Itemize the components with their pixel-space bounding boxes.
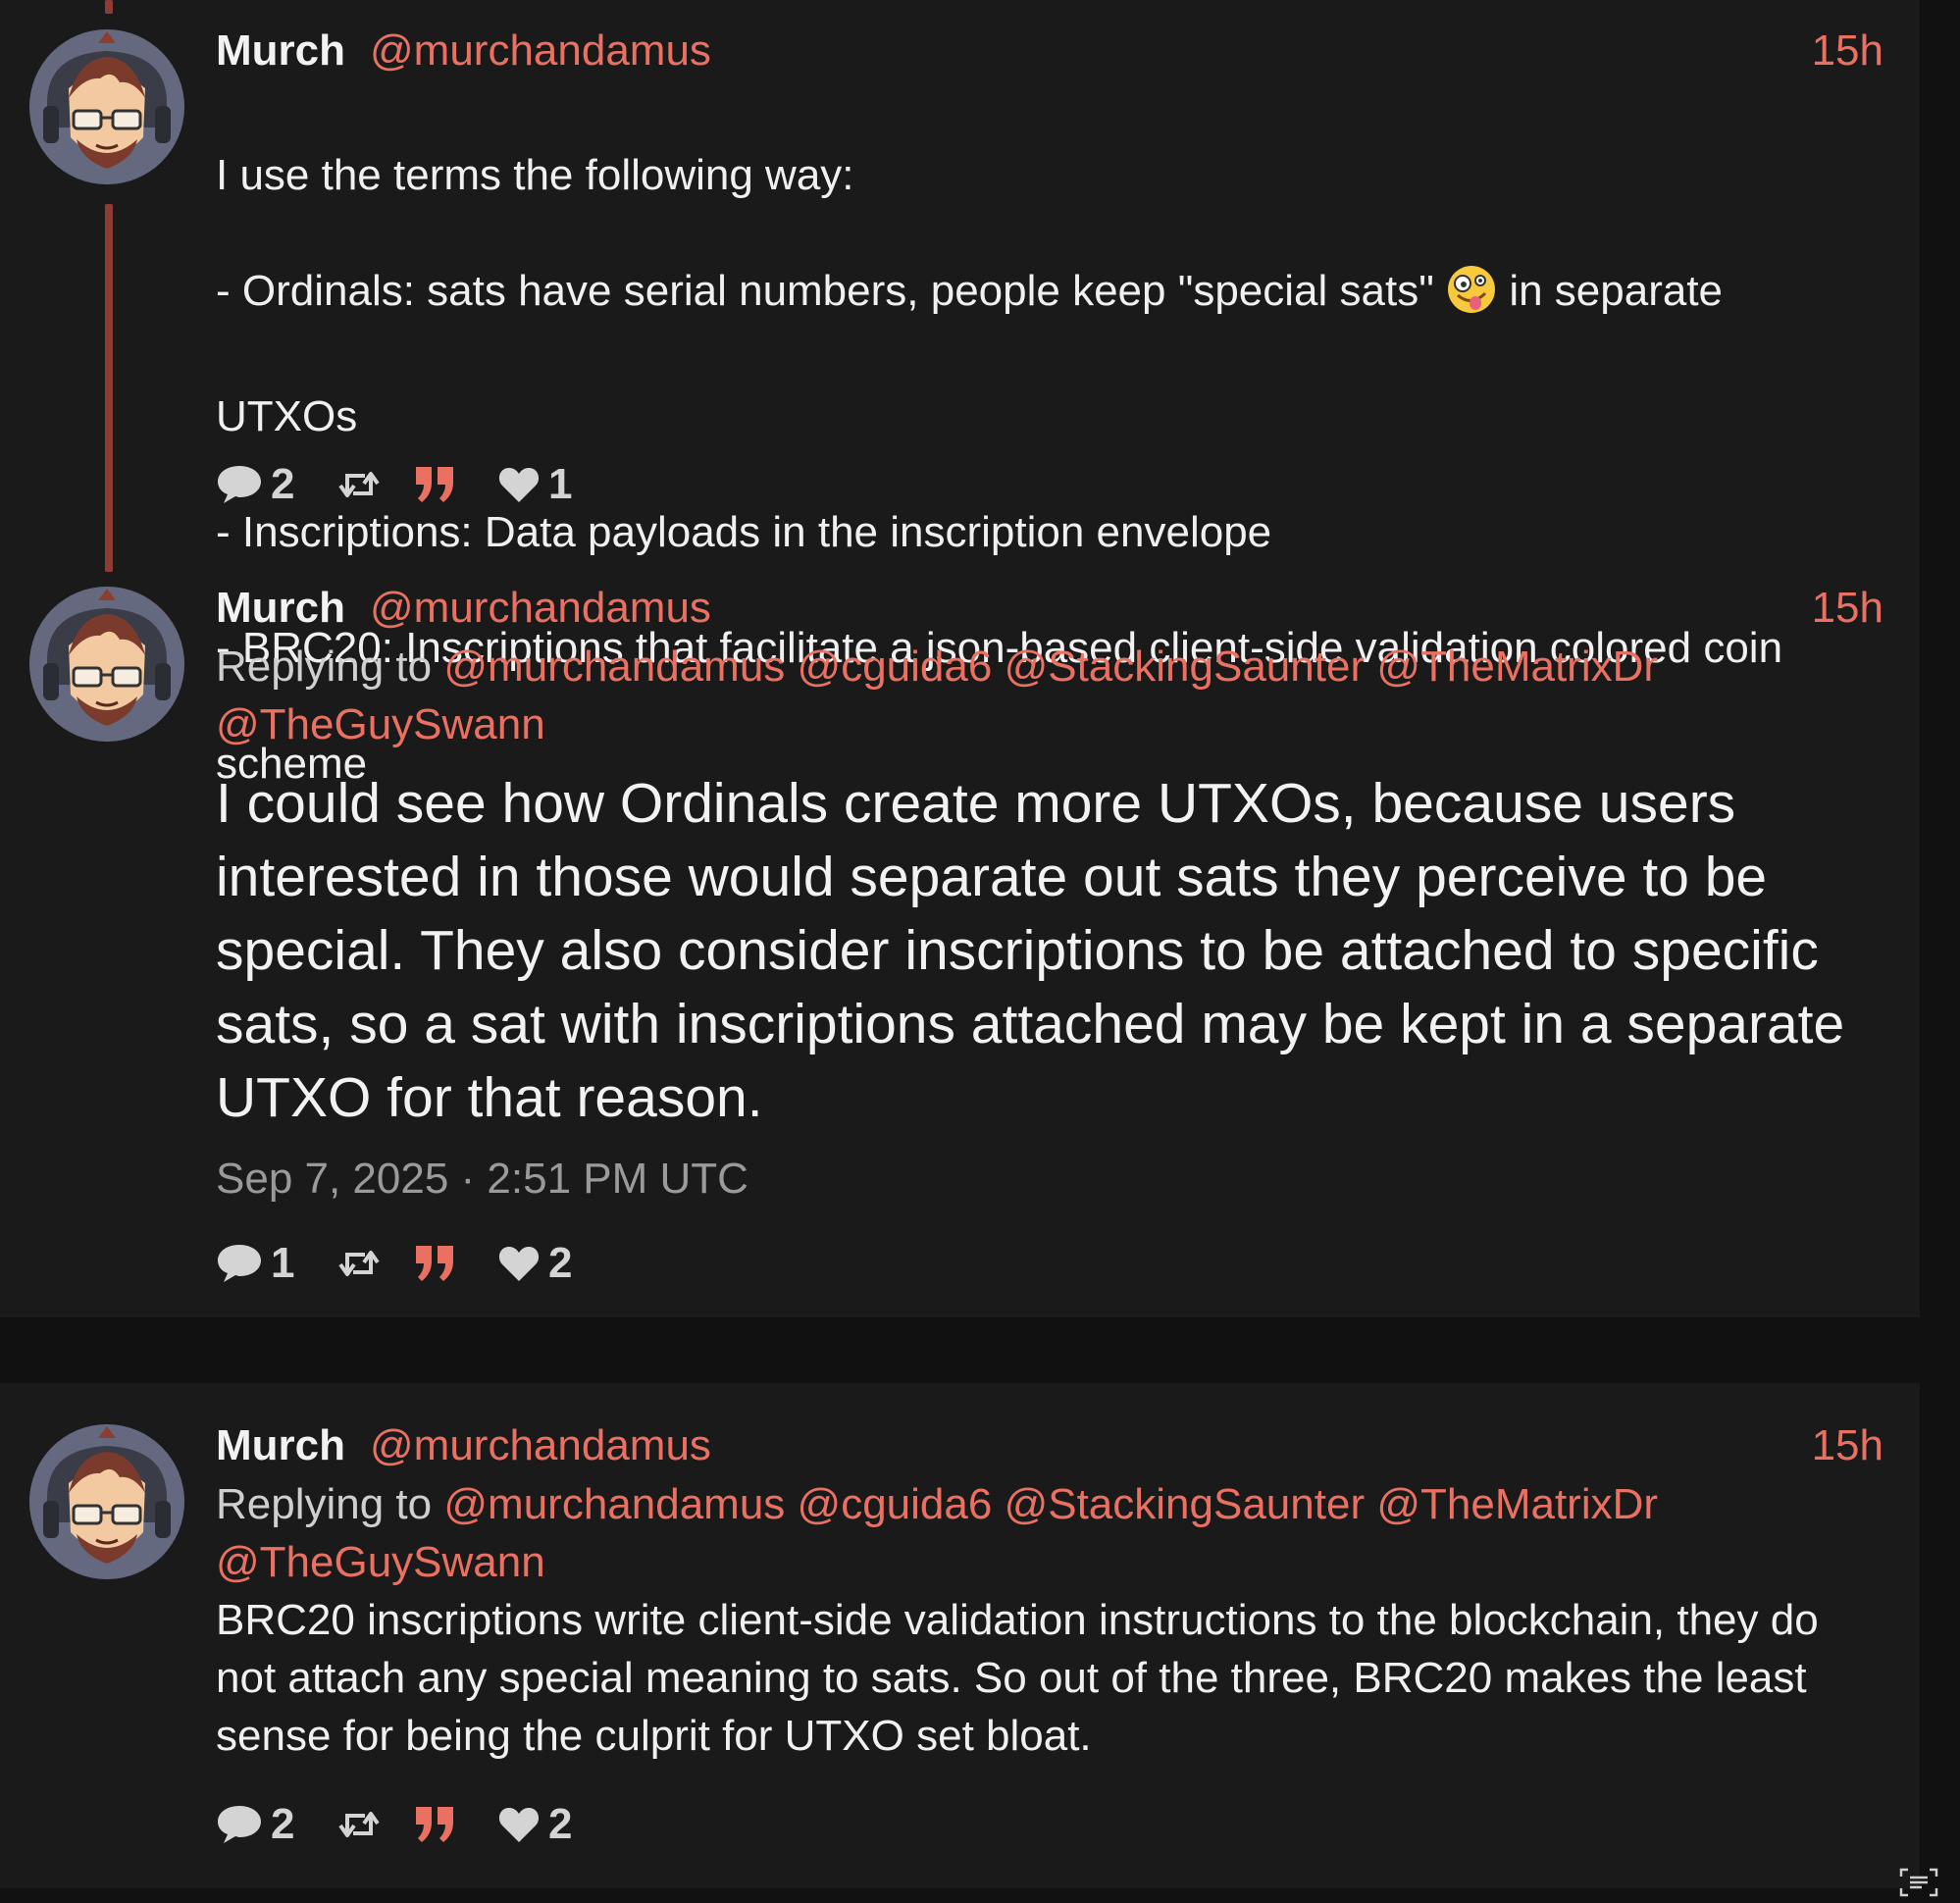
author-handle[interactable]: @murchandamus (370, 24, 711, 78)
avatar[interactable] (29, 587, 184, 742)
author-name[interactable]: Murch (216, 24, 345, 78)
like-count: 2 (548, 1239, 573, 1287)
retweet-icon (338, 1812, 380, 1837)
mention-link[interactable]: @StackingSaunter (1005, 1480, 1366, 1528)
like-button[interactable]: 2 (497, 1236, 572, 1291)
text-recognition-icon[interactable] (1899, 1868, 1938, 1897)
reply-count: 1 (271, 1239, 295, 1287)
mention-link[interactable]: @TheGuySwann (216, 1538, 545, 1586)
quote-button[interactable] (414, 457, 457, 512)
retweet-button[interactable] (335, 1236, 383, 1291)
post-time[interactable]: 15h (1812, 1418, 1883, 1473)
post-actions: 2 2 (216, 1797, 804, 1852)
replying-to-label: Replying to (216, 643, 433, 691)
post-actions: 1 2 (216, 1236, 804, 1291)
reply-button[interactable]: 2 (216, 1797, 294, 1852)
mention-link[interactable]: @TheGuySwann (216, 700, 545, 748)
thread-panel: Murch @murchandamus 15h I use the terms … (0, 0, 1920, 1317)
replying-to-label: Replying to (216, 1480, 433, 1528)
post-text: I could see how Ordinals create more UTX… (216, 772, 1845, 1129)
reply-button[interactable]: 1 (216, 1236, 294, 1291)
zany-face-emoji-icon (1446, 264, 1497, 330)
replying-to: Replying to @murchandamus @cguida6 @Stac… (216, 1475, 1883, 1591)
mention-link[interactable]: @TheMatrixDr (1376, 1480, 1658, 1528)
post-header: Murch @murchandamus 15h (216, 1418, 1883, 1473)
reply-panel: Murch @murchandamus 15h Replying to @mur… (0, 1383, 1920, 1888)
text-line: - Ordinals: sats have serial numbers, pe… (216, 262, 1883, 330)
heart-icon (498, 1808, 540, 1842)
retweet-button[interactable] (335, 457, 383, 512)
post-text: BRC20 inscriptions write client-side val… (216, 1596, 1819, 1760)
text-line: I use the terms the following way: (216, 151, 854, 199)
like-button[interactable]: 1 (497, 457, 572, 512)
retweet-button[interactable] (335, 1797, 383, 1852)
like-button[interactable]: 2 (497, 1797, 572, 1852)
like-count: 1 (548, 460, 573, 508)
author-name[interactable]: Murch (216, 581, 345, 636)
retweet-icon (338, 1251, 380, 1276)
post-header: Murch @murchandamus 15h (216, 581, 1883, 636)
quote-icon (416, 1807, 453, 1842)
avatar[interactable] (29, 29, 184, 184)
comment-icon (218, 1245, 261, 1282)
post-actions: 2 1 (216, 457, 804, 512)
thread-connector (105, 204, 113, 572)
reply-button[interactable]: 2 (216, 457, 294, 512)
text-line: UTXOs (216, 392, 358, 440)
mention-link[interactable]: @cguida6 (798, 643, 993, 691)
heart-icon (498, 1247, 540, 1281)
reply-count: 2 (271, 1800, 295, 1848)
mention-link[interactable]: @cguida6 (798, 1480, 993, 1528)
quote-button[interactable] (414, 1797, 457, 1852)
quote-icon (416, 1246, 453, 1281)
quote-icon (416, 467, 453, 502)
quote-button[interactable] (414, 1236, 457, 1291)
text-segment: in separate (1509, 267, 1724, 315)
author-name[interactable]: Murch (216, 1418, 345, 1473)
avatar[interactable] (29, 1424, 184, 1579)
thread-connector (105, 0, 113, 14)
comment-icon (218, 1806, 261, 1843)
reply-count: 2 (271, 460, 295, 508)
heart-icon (498, 468, 540, 502)
mention-link[interactable]: @murchandamus (443, 1480, 785, 1528)
retweet-icon (338, 472, 380, 497)
post-time[interactable]: 15h (1812, 24, 1883, 78)
replying-to: Replying to @murchandamus @cguida6 @Stac… (216, 638, 1883, 753)
comment-icon (218, 466, 261, 503)
mention-link[interactable]: @StackingSaunter (1005, 643, 1366, 691)
author-handle[interactable]: @murchandamus (370, 1418, 711, 1473)
author-handle[interactable]: @murchandamus (370, 581, 711, 636)
post-time[interactable]: 15h (1812, 581, 1883, 636)
mention-link[interactable]: @murchandamus (443, 643, 785, 691)
mention-link[interactable]: @TheMatrixDr (1376, 643, 1658, 691)
like-count: 2 (548, 1800, 573, 1848)
text-segment: - Ordinals: sats have serial numbers, pe… (216, 267, 1434, 315)
post-header: Murch @murchandamus 15h (216, 24, 1883, 78)
post-date[interactable]: Sep 7, 2025 · 2:51 PM UTC (216, 1152, 748, 1207)
